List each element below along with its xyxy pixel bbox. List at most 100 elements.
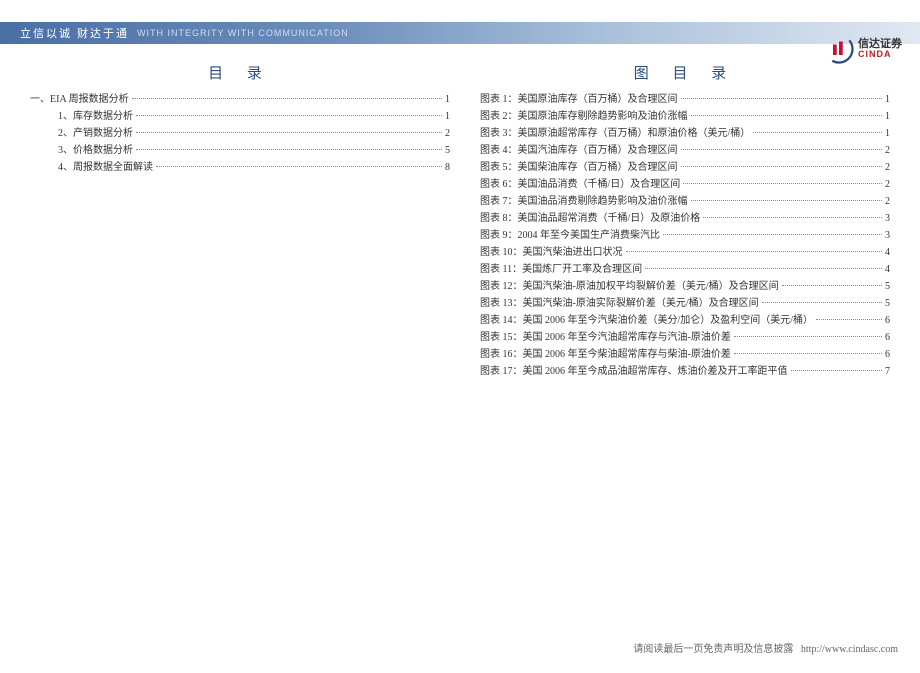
toc-page: 2 [445, 125, 450, 142]
footer-text: 请阅读最后一页免责声明及信息披露 [633, 644, 793, 655]
toc-row: 图表 12：美国汽柴油-原油加权平均裂解价差（美元/桶）及合理区间 5 [480, 278, 890, 295]
toc-label: 图表 12：美国汽柴油-原油加权平均裂解价差（美元/桶）及合理区间 [480, 278, 779, 295]
toc-dots [734, 353, 882, 354]
toc-page: 5 [885, 295, 890, 312]
toc-dots [734, 336, 882, 337]
toc-row: 一、EIA 周报数据分析 1 [30, 91, 450, 108]
figures-list: 图表 1：美国原油库存（百万桶）及合理区间1图表 2：美国原油库存剔除趋势影响及… [480, 91, 890, 380]
toc-dots [626, 251, 883, 252]
company-logo: 信达证券 CINDA [824, 34, 902, 64]
toc-dots [816, 319, 882, 320]
toc-row: 图表 10：美国汽柴油进出口状况 4 [480, 244, 890, 261]
toc-dots [782, 285, 882, 286]
toc-page: 6 [885, 346, 890, 363]
toc-row: 2、产销数据分析 2 [30, 125, 450, 142]
toc-dots [156, 166, 442, 167]
logo-text-en: CINDA [858, 50, 902, 59]
toc-page: 1 [885, 108, 890, 125]
toc-label: 图表 13：美国汽柴油-原油实际裂解价差（美元/桶）及合理区间 [480, 295, 759, 312]
toc-row: 图表 13：美国汽柴油-原油实际裂解价差（美元/桶）及合理区间 5 [480, 295, 890, 312]
toc-page: 5 [445, 142, 450, 159]
toc-page: 2 [885, 159, 890, 176]
cinda-logo-icon [824, 34, 854, 64]
toc-dots [132, 98, 442, 99]
toc-row: 图表 5：美国柴油库存（百万桶）及合理区间 2 [480, 159, 890, 176]
toc-page: 1 [885, 125, 890, 142]
toc-page: 2 [885, 142, 890, 159]
toc-label: 图表 3：美国原油超常库存（百万桶）和原油价格（美元/桶） [480, 125, 750, 142]
toc-page: 2 [885, 193, 890, 210]
toc-page: 1 [445, 108, 450, 125]
toc-row: 图表 2：美国原油库存剔除趋势影响及油价涨幅 1 [480, 108, 890, 125]
toc-row: 3、价格数据分析 5 [30, 142, 450, 159]
toc-label: 图表 8：美国油品超常消费（千桶/日）及原油价格 [480, 210, 700, 227]
toc-label: 1、库存数据分析 [58, 108, 133, 125]
toc-row: 图表 4：美国汽油库存（百万桶）及合理区间 2 [480, 142, 890, 159]
toc-dots [681, 98, 883, 99]
toc-column: 目 录 一、EIA 周报数据分析11、库存数据分析12、产销数据分析23、价格数… [30, 62, 450, 380]
toc-dots [663, 234, 882, 235]
toc-page: 1 [885, 91, 890, 108]
toc-label: 图表 17：美国 2006 年至今成品油超常库存、炼油价差及开工率距平值 [480, 363, 788, 380]
toc-page: 7 [885, 363, 890, 380]
toc-row: 图表 1：美国原油库存（百万桶）及合理区间 1 [480, 91, 890, 108]
toc-label: 图表 4：美国汽油库存（百万桶）及合理区间 [480, 142, 678, 159]
toc-page: 6 [885, 329, 890, 346]
toc-row: 图表 7：美国油品消费剔除趋势影响及油价涨幅2 [480, 193, 890, 210]
toc-dots [703, 217, 882, 218]
toc-label: 图表 6：美国油品消费（千桶/日）及合理区间 [480, 176, 680, 193]
header-motto-en: WITH INTEGRITY WITH COMMUNICATION [137, 28, 349, 38]
toc-page: 3 [885, 227, 890, 244]
toc-row: 4、周报数据全面解读8 [30, 159, 450, 176]
toc-row: 图表 14：美国 2006 年至今汽柴油价差（美分/加仑）及盈利空间（美元/桶）… [480, 312, 890, 329]
toc-title: 目 录 [30, 62, 450, 83]
toc-dots [136, 149, 442, 150]
toc-label: 图表 9：2004 年至今美国生产消费柴汽比 [480, 227, 660, 244]
toc-page: 1 [445, 91, 450, 108]
toc-row: 图表 15：美国 2006 年至今汽油超常库存与汽油-原油价差 6 [480, 329, 890, 346]
toc-dots [136, 115, 442, 116]
toc-page: 5 [885, 278, 890, 295]
toc-page: 6 [885, 312, 890, 329]
toc-label: 2、产销数据分析 [58, 125, 133, 142]
toc-row: 图表 8：美国油品超常消费（千桶/日）及原油价格3 [480, 210, 890, 227]
toc-row: 1、库存数据分析 1 [30, 108, 450, 125]
toc-dots [691, 115, 883, 116]
toc-row: 图表 6：美国油品消费（千桶/日）及合理区间 2 [480, 176, 890, 193]
header-band: 立信以诚 财达于通 WITH INTEGRITY WITH COMMUNICAT… [0, 22, 920, 44]
toc-page: 4 [885, 244, 890, 261]
toc-row: 图表 17：美国 2006 年至今成品油超常库存、炼油价差及开工率距平值 7 [480, 363, 890, 380]
toc-label: 图表 1：美国原油库存（百万桶）及合理区间 [480, 91, 678, 108]
content-area: 目 录 一、EIA 周报数据分析11、库存数据分析12、产销数据分析23、价格数… [0, 44, 920, 380]
toc-page: 4 [885, 261, 890, 278]
toc-label: 图表 15：美国 2006 年至今汽油超常库存与汽油-原油价差 [480, 329, 731, 346]
toc-label: 图表 2：美国原油库存剔除趋势影响及油价涨幅 [480, 108, 688, 125]
toc-dots [136, 132, 442, 133]
toc-page: 2 [885, 176, 890, 193]
toc-dots [753, 132, 882, 133]
toc-dots [681, 166, 883, 167]
toc-label: 一、EIA 周报数据分析 [30, 91, 129, 108]
toc-dots [691, 200, 883, 201]
header-motto-cn: 立信以诚 财达于通 [20, 25, 129, 41]
toc-label: 图表 10：美国汽柴油进出口状况 [480, 244, 623, 261]
toc-dots [681, 149, 883, 150]
toc-dots [683, 183, 882, 184]
toc-row: 图表 16：美国 2006 年至今柴油超常库存与柴油-原油价差 6 [480, 346, 890, 363]
toc-label: 图表 14：美国 2006 年至今汽柴油价差（美分/加仑）及盈利空间（美元/桶） [480, 312, 813, 329]
toc-page: 8 [445, 159, 450, 176]
footer: 请阅读最后一页免责声明及信息披露 http://www.cindasc.com [633, 640, 898, 655]
toc-row: 图表 3：美国原油超常库存（百万桶）和原油价格（美元/桶） 1 [480, 125, 890, 142]
toc-label: 图表 16：美国 2006 年至今柴油超常库存与柴油-原油价差 [480, 346, 731, 363]
figures-title: 图 目 录 [480, 62, 890, 83]
footer-link[interactable]: http://www.cindasc.com [801, 644, 898, 655]
toc-label: 图表 11：美国炼厂开工率及合理区间 [480, 261, 642, 278]
toc-label: 图表 5：美国柴油库存（百万桶）及合理区间 [480, 159, 678, 176]
toc-dots [645, 268, 882, 269]
figures-column: 图 目 录 图表 1：美国原油库存（百万桶）及合理区间1图表 2：美国原油库存剔… [480, 62, 890, 380]
toc-list: 一、EIA 周报数据分析 1 1、库存数据分析 1 2、产销数据分析 2 3、价格数据分析 5… [30, 91, 450, 176]
toc-row: 图表 11：美国炼厂开工率及合理区间 4 [480, 261, 890, 278]
toc-row: 图表 9：2004 年至今美国生产消费柴汽比 3 [480, 227, 890, 244]
toc-dots [762, 302, 882, 303]
toc-label: 3、价格数据分析 [58, 142, 133, 159]
